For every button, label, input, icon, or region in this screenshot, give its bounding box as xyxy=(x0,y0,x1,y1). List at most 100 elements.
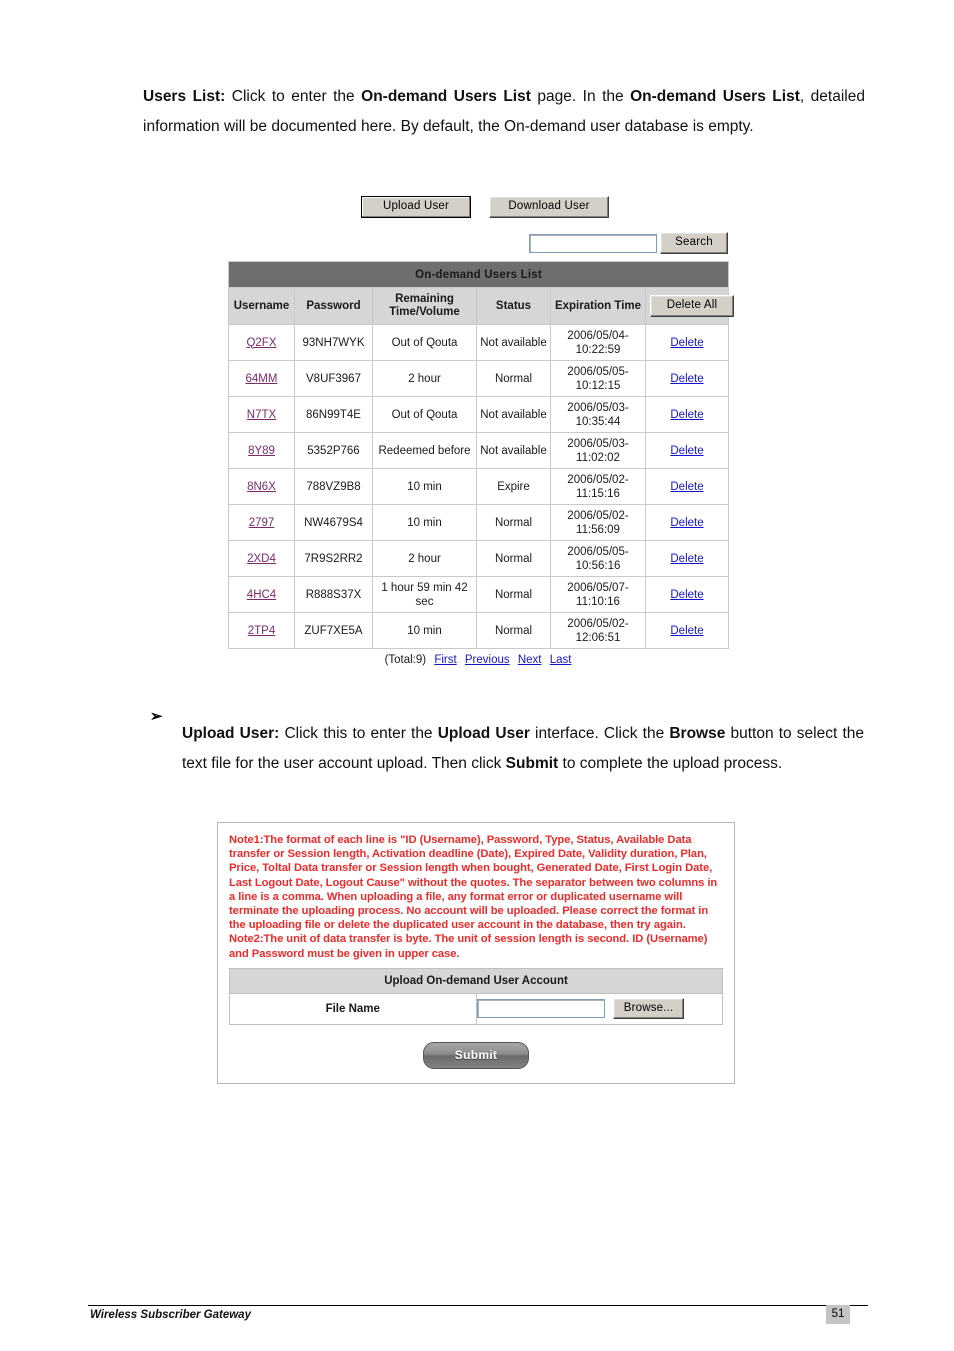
cell-action: Delete xyxy=(644,540,730,577)
footer-divider xyxy=(88,1305,868,1306)
expiration-date: 2006/05/02- xyxy=(567,617,629,630)
delete-link[interactable]: Delete xyxy=(670,337,703,349)
upload-form-title: Upload On-demand User Account xyxy=(229,967,723,994)
cell-expiration-time: 2006/05/05- 10:12:15 xyxy=(550,360,646,397)
file-name-row: File Name Browse... xyxy=(229,992,723,1025)
footer-title: Wireless Subscriber Gateway xyxy=(90,1309,251,1321)
on-demand-users-table: On-demand Users List Username Password R… xyxy=(227,261,734,649)
cell-password: ZUF7XE5A xyxy=(294,612,373,649)
expiration-clock: 10:22:59 xyxy=(575,343,621,356)
cell-username: N7TX xyxy=(228,396,295,433)
pager-last-link[interactable]: Last xyxy=(550,654,572,666)
submit-button[interactable]: Submit xyxy=(423,1041,529,1069)
delete-link[interactable]: Delete xyxy=(670,625,703,637)
table-row: Q2FX 93NH7WYK Out of Qouta Not available 200… xyxy=(228,324,730,361)
download-user-button[interactable]: Download User xyxy=(489,196,609,218)
browse-button[interactable]: Browse... xyxy=(612,998,685,1020)
username-link[interactable]: 2797 xyxy=(249,517,275,529)
cell-status: Not available xyxy=(476,432,551,469)
cell-status: Normal xyxy=(476,576,551,613)
cell-password: V8UF3967 xyxy=(294,360,373,397)
cell-status: Normal xyxy=(476,360,551,397)
cell-expiration-time: 2006/05/07- 11:10:16 xyxy=(550,576,646,613)
cell-action: Delete xyxy=(644,396,730,433)
column-header-expiration-time: Expiration Time xyxy=(550,287,646,325)
expiration-clock: 11:02:02 xyxy=(576,451,620,464)
delete-link[interactable]: Delete xyxy=(670,409,703,421)
cell-status: Normal xyxy=(476,540,551,577)
cell-password: NW4679S4 xyxy=(294,504,373,541)
search-button[interactable]: Search xyxy=(660,232,728,254)
cell-username: 8Y89 xyxy=(228,432,295,469)
expiration-clock: 10:12:15 xyxy=(575,379,621,392)
cell-password: 5352P766 xyxy=(294,432,373,469)
cell-action: Delete xyxy=(644,504,730,541)
cell-username: 64MM xyxy=(228,360,295,397)
table-row: 8N6X 788VZ9B8 10 min Expire 2006/05/02- 11:15… xyxy=(228,468,730,505)
cell-username: 2TP4 xyxy=(228,612,295,649)
username-link[interactable]: 64MM xyxy=(246,373,278,385)
delete-link[interactable]: Delete xyxy=(670,517,703,529)
cell-remaining-time-volume: Redeemed before xyxy=(372,432,477,469)
upload-user-button[interactable]: Upload User xyxy=(361,196,471,218)
expiration-clock: 11:15:16 xyxy=(576,487,620,500)
cell-status: Not available xyxy=(476,324,551,361)
cell-username: 2797 xyxy=(228,504,295,541)
expiration-date: 2006/05/02- xyxy=(567,473,629,486)
cell-action: Delete xyxy=(644,360,730,397)
delete-all-button[interactable]: Delete All xyxy=(650,295,734,317)
expiration-clock: 11:56:09 xyxy=(576,523,620,536)
username-link[interactable]: N7TX xyxy=(247,409,276,421)
delete-link[interactable]: Delete xyxy=(670,373,703,385)
pager-first-link[interactable]: First xyxy=(434,654,456,666)
table-row: 64MM V8UF3967 2 hour Normal 2006/05/05- 10:12… xyxy=(228,360,730,397)
file-name-label: File Name xyxy=(229,992,477,1025)
table-title: On-demand Users List xyxy=(227,261,730,288)
pager-next-link[interactable]: Next xyxy=(518,654,542,666)
username-link[interactable]: 2XD4 xyxy=(247,553,276,565)
delete-link[interactable]: Delete xyxy=(670,553,703,565)
table-title-row: On-demand Users List xyxy=(227,261,730,288)
file-name-input[interactable] xyxy=(476,999,605,1019)
delete-link[interactable]: Delete xyxy=(670,445,703,457)
users-list-lead-label: Users List: xyxy=(143,87,226,105)
upload-user-text-4: to complete the upload process. xyxy=(558,754,783,772)
column-header-actions: Delete All xyxy=(644,287,734,325)
cell-username: Q2FX xyxy=(228,324,295,361)
upload-user-bold-2: Browse xyxy=(669,724,726,742)
username-link[interactable]: 4HC4 xyxy=(247,589,276,601)
search-input[interactable] xyxy=(529,233,657,253)
submit-row: Submit xyxy=(229,1041,723,1069)
pager-total: (Total:9) xyxy=(384,654,427,666)
username-link[interactable]: Q2FX xyxy=(246,337,276,349)
users-list-text-2: page. In the xyxy=(530,87,631,105)
users-list-toolbar: Upload User Download User xyxy=(361,196,728,218)
expiration-clock: 10:35:44 xyxy=(575,415,621,428)
cell-password: 788VZ9B8 xyxy=(294,468,373,505)
username-link[interactable]: 2TP4 xyxy=(248,625,276,637)
column-header-username: Username xyxy=(228,287,295,325)
username-link[interactable]: 8Y89 xyxy=(248,445,275,457)
cell-action: Delete xyxy=(644,324,730,361)
cell-status: Normal xyxy=(476,504,551,541)
users-list-bold-1: On-demand Users List xyxy=(361,87,531,105)
table-row: 2TP4 ZUF7XE5A 10 min Normal 2006/05/02- 12:06… xyxy=(228,612,730,649)
table-row: 4HC4 R888S37X 1 hour 59 min 42 sec Normal 20… xyxy=(228,576,730,613)
expiration-date: 2006/05/03- xyxy=(567,437,629,450)
table-row: N7TX 86N99T4E Out of Qouta Not available 200… xyxy=(228,396,730,433)
cell-password: 86N99T4E xyxy=(294,396,373,433)
cell-expiration-time: 2006/05/03- 10:35:44 xyxy=(550,396,646,433)
username-link[interactable]: 8N6X xyxy=(247,481,276,493)
remaining-header-line-2: Time/Volume xyxy=(389,306,460,318)
cell-remaining-time-volume: Out of Qouta xyxy=(372,396,477,433)
delete-link[interactable]: Delete xyxy=(670,589,703,601)
upload-user-text-2: interface. Click the xyxy=(529,724,670,742)
delete-link[interactable]: Delete xyxy=(670,481,703,493)
column-header-password: Password xyxy=(294,287,373,325)
expiration-clock: 12:06:51 xyxy=(575,631,621,644)
pager-previous-link[interactable]: Previous xyxy=(465,654,510,666)
cell-username: 8N6X xyxy=(228,468,295,505)
cell-remaining-time-volume: 1 hour 59 min 42 sec xyxy=(372,576,477,613)
cell-remaining-time-volume: 2 hour xyxy=(372,540,477,577)
column-header-remaining-time-volume: Remaining Time/Volume xyxy=(372,287,477,325)
